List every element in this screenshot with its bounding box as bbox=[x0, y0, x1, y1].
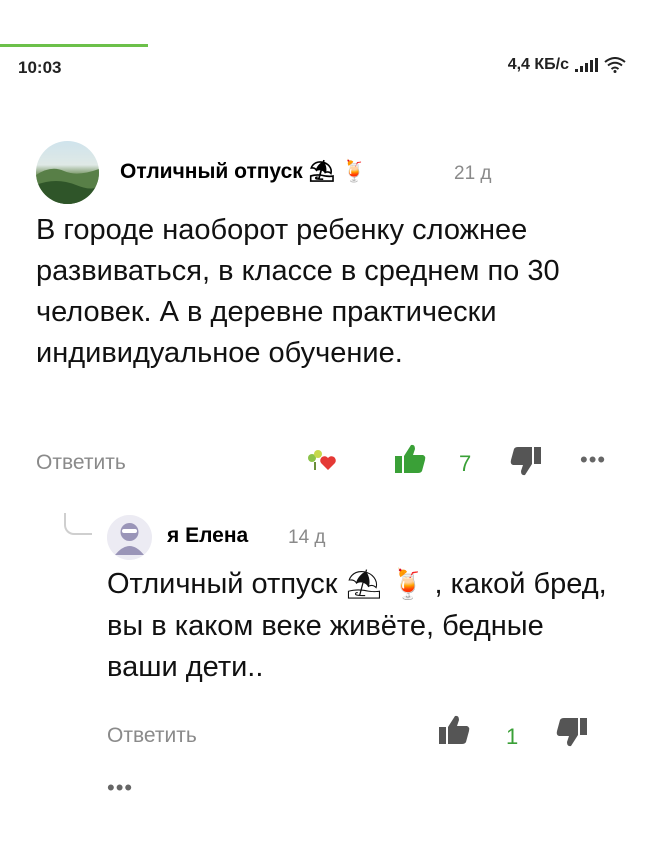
beach-umbrella-icon: ⛱ bbox=[308, 160, 336, 184]
thumbs-up-icon bbox=[439, 715, 470, 744]
author-name: Отличный отпуск bbox=[120, 160, 303, 183]
reply-age: 14 д bbox=[288, 527, 326, 548]
reply-button[interactable]: Ответить bbox=[107, 724, 197, 748]
user-avatar-icon bbox=[107, 515, 152, 560]
status-time: 10:03 bbox=[18, 58, 62, 77]
like-button[interactable] bbox=[393, 443, 427, 480]
network-speed: 4,4 КБ/с bbox=[507, 56, 569, 73]
flower-heart-icon[interactable] bbox=[304, 448, 338, 478]
more-options-button[interactable]: ••• bbox=[580, 447, 606, 473]
loading-progress-bar bbox=[0, 44, 148, 47]
cocktail-icon: 🍹 bbox=[341, 160, 368, 184]
status-indicators: 4,4 КБ/с bbox=[508, 56, 626, 74]
comment-age: 21 д bbox=[454, 163, 492, 184]
like-button[interactable] bbox=[437, 714, 471, 751]
beach-umbrella-icon: ⛱ bbox=[345, 568, 383, 601]
comment-author[interactable]: Отличный отпуск ⛱ 🍹 bbox=[120, 160, 367, 184]
more-options-button[interactable]: ••• bbox=[107, 775, 133, 801]
thread-connector bbox=[64, 513, 92, 535]
thumbs-down-icon bbox=[556, 718, 587, 747]
reply-text: Отличный отпуск ⛱ 🍹 , какой бред, вы в к… bbox=[107, 564, 607, 688]
avatar[interactable] bbox=[107, 515, 152, 560]
thumbs-up-icon bbox=[395, 444, 426, 473]
avatar-landscape-image bbox=[36, 168, 99, 204]
wifi-icon bbox=[604, 57, 626, 73]
comment-text: В городе наоборот ребенку сложнее развив… bbox=[36, 214, 560, 369]
like-count: 1 bbox=[506, 724, 519, 749]
thumbs-down-icon bbox=[510, 447, 541, 476]
dislike-button[interactable] bbox=[509, 445, 543, 482]
dislike-button[interactable] bbox=[555, 716, 589, 753]
mention[interactable]: Отличный отпуск bbox=[107, 568, 337, 600]
avatar[interactable] bbox=[36, 141, 99, 204]
like-count: 7 bbox=[459, 451, 472, 476]
cocktail-icon: 🍹 bbox=[390, 568, 427, 601]
reply-author[interactable]: я Елена bbox=[167, 524, 248, 548]
signal-icon bbox=[575, 58, 598, 72]
reply-button[interactable]: Ответить bbox=[36, 451, 126, 475]
